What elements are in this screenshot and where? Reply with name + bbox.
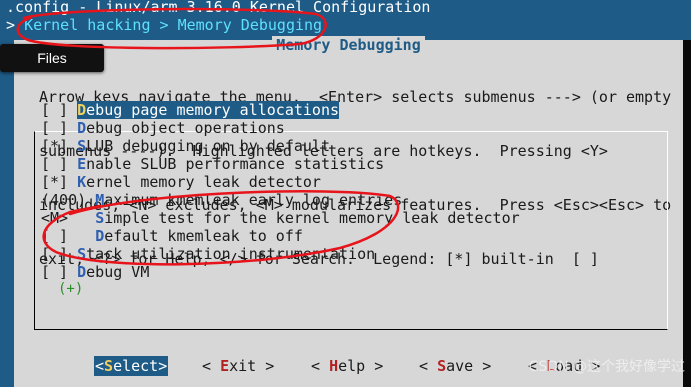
terminal-title: .config - Linux/arm 3.16.0 Kernel Config… — [6, 0, 431, 16]
menu-item-stack-usage[interactable]: [ ] Stack utilization instrumentation — [41, 245, 641, 263]
menu-item-slub-stats[interactable]: [ ] Enable SLUB performance statistics — [41, 155, 641, 173]
exit-button[interactable]: < Exit > — [202, 356, 274, 376]
breadcrumb: > Kernel hacking > Memory Debugging — [6, 16, 322, 34]
save-button[interactable]: < Save > — [419, 356, 491, 376]
menu-item-kmemleak-test[interactable]: <M> Simple test for the kernel memory le… — [41, 209, 641, 227]
menu-item-slub-debugging[interactable]: [*] SLUB debugging on by default — [41, 137, 641, 155]
help-button[interactable]: < Help > — [311, 356, 383, 376]
menu-item-kmemleak[interactable]: [*] Kernel memory leak detector — [41, 173, 641, 191]
breadcrumb-prefix: > — [6, 16, 25, 34]
menu-item-kmemleak-default-off[interactable]: [ ] Default kmemleak to off — [41, 227, 641, 245]
dialog-shadow — [683, 40, 691, 387]
menu-list: [ ] Debug page memory allocations [ ] De… — [41, 101, 641, 281]
menu-item-debug-page-alloc[interactable]: [ ] Debug page memory allocations — [41, 101, 641, 119]
menu-item-debug-object-ops[interactable]: [ ] Debug object operations — [41, 119, 641, 137]
breadcrumb-path: Kernel hacking > Memory Debugging — [24, 16, 323, 34]
files-tooltip: Files — [0, 44, 104, 72]
menu-item-debug-vm[interactable]: [ ] Debug VM — [41, 263, 641, 281]
more-items-indicator: (+) — [58, 281, 84, 297]
menu-item-kmemleak-log-entries[interactable]: (400) Maximum kmemleak early log entries — [41, 191, 641, 209]
select-button[interactable]: <Select> — [94, 356, 169, 376]
watermark: CSDN @这个我好像学过 — [528, 359, 685, 375]
